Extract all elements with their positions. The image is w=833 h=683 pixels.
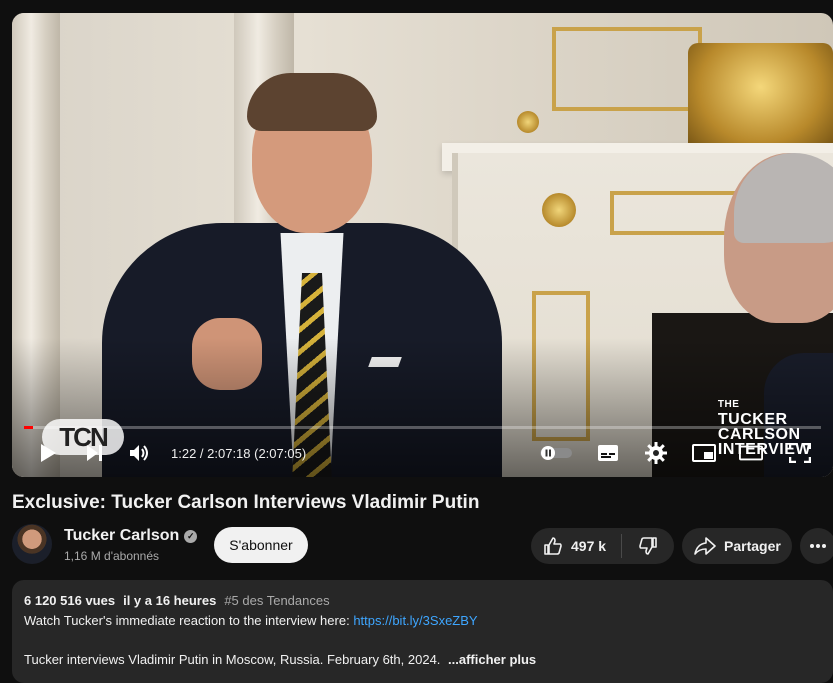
autoplay-toggle-icon[interactable] [538, 441, 574, 465]
dislike-button[interactable] [622, 528, 674, 564]
video-meta: 6 120 516 vues il y a 16 heures #5 des T… [24, 593, 821, 608]
thumbs-up-icon [544, 537, 562, 555]
video-player[interactable]: THE TUCKER CARLSON INTERVIEW TCN 1:22 / … [12, 13, 833, 477]
more-horizontal-icon [810, 544, 826, 548]
thumbs-down-icon [639, 537, 657, 555]
description-link[interactable]: https://bit.ly/3SxeZBY [353, 613, 477, 628]
video-frame [12, 13, 833, 477]
trending-tag[interactable]: #5 des Tendances [224, 593, 329, 608]
like-count: 497 k [571, 538, 607, 554]
description-line-1: Watch Tucker's immediate reaction to the… [24, 613, 821, 628]
description-line-2: Tucker interviews Vladimir Putin in Mosc… [24, 652, 821, 667]
share-icon [694, 537, 716, 555]
view-count: 6 120 516 vues [24, 593, 116, 608]
video-title: Exclusive: Tucker Carlson Interviews Vla… [12, 492, 480, 513]
share-button[interactable]: Partager [682, 528, 792, 564]
description-text-2: Tucker interviews Vladimir Putin in Mosc… [24, 652, 441, 667]
channel-name[interactable]: Tucker Carlson [64, 527, 179, 545]
channel-name-row[interactable]: Tucker Carlson ✓ [64, 527, 198, 545]
upload-time: il y a 16 heures [123, 593, 217, 608]
fullscreen-icon[interactable] [788, 441, 812, 465]
volume-icon[interactable] [128, 441, 152, 465]
description-box[interactable]: 6 120 516 vues il y a 16 heures #5 des T… [12, 580, 833, 683]
like-button[interactable]: 497 k [531, 528, 621, 564]
progress-bar[interactable] [24, 426, 821, 429]
more-actions-button[interactable] [800, 528, 833, 564]
channel-avatar[interactable] [12, 524, 52, 564]
subtitles-icon[interactable] [596, 441, 620, 465]
play-icon[interactable] [36, 441, 60, 465]
miniplayer-icon[interactable] [692, 441, 716, 465]
progress-fill [24, 426, 33, 429]
subscribe-button[interactable]: S'abonner [214, 527, 308, 563]
time-display: 1:22 / 2:07:18 (2:07:05) [171, 446, 307, 461]
subscriber-count: 1,16 M d'abonnés [64, 549, 160, 563]
next-icon[interactable] [83, 441, 107, 465]
share-label: Partager [724, 538, 781, 554]
verified-icon: ✓ [184, 529, 198, 543]
show-more-button[interactable]: ...afficher plus [448, 652, 536, 667]
theater-mode-icon[interactable] [739, 441, 763, 465]
gear-icon[interactable] [644, 441, 668, 465]
like-dislike-group: 497 k [531, 528, 674, 564]
description-text-1: Watch Tucker's immediate reaction to the… [24, 613, 354, 628]
